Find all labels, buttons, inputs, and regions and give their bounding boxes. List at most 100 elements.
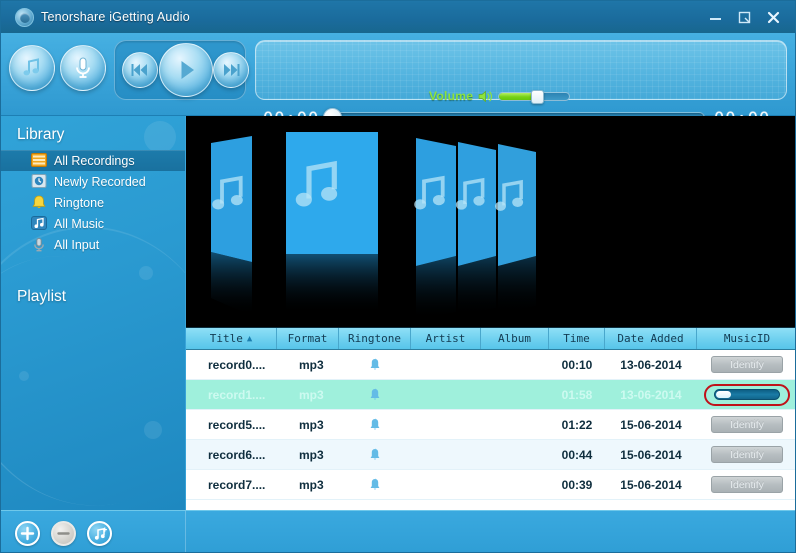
musicid-progress-container xyxy=(704,384,790,406)
library-item-list: All Recordings Newly Recorded xyxy=(1,150,185,255)
table-row[interactable]: record1....mp3 01:5813-06-2014 xyxy=(186,380,796,410)
table-row[interactable]: record6....mp3 00:4415-06-2014 Identify xyxy=(186,440,796,470)
sidebar: Library All Recordings xyxy=(1,116,185,510)
restore-icon[interactable] xyxy=(737,10,752,25)
column-header-time[interactable]: Time xyxy=(549,328,605,349)
bell-icon xyxy=(369,418,381,432)
cell-album xyxy=(481,380,549,409)
cell-album xyxy=(481,410,549,439)
annotation-highlight-ring xyxy=(704,384,790,406)
column-header-ringtone[interactable]: Ringtone xyxy=(339,328,411,349)
sort-ascending-icon: ▲ xyxy=(247,334,252,344)
microphone-icon xyxy=(31,237,47,252)
cell-artist xyxy=(411,440,481,469)
add-music-button[interactable] xyxy=(87,521,112,546)
close-icon[interactable] xyxy=(766,10,781,25)
cell-format: mp3 xyxy=(277,440,339,469)
next-track-button[interactable] xyxy=(213,52,249,88)
table-row[interactable]: record7....mp300:3915-06-2014Identify xyxy=(186,470,796,500)
cell-ringtone[interactable] xyxy=(339,380,411,409)
play-button[interactable] xyxy=(159,43,213,97)
album-artwork-viewer xyxy=(186,116,796,327)
cell-title: record0.... xyxy=(186,350,277,379)
bell-icon xyxy=(369,448,381,462)
column-header-label: Date Added xyxy=(617,332,683,345)
app-logo-icon xyxy=(15,8,34,27)
previous-track-button[interactable] xyxy=(122,52,158,88)
cell-format: mp3 xyxy=(277,410,339,439)
cell-time: 00:39 xyxy=(549,470,605,499)
cell-format: mp3 xyxy=(277,380,339,409)
cell-date-added: 13-06-2014 xyxy=(605,380,697,409)
remove-button[interactable] xyxy=(51,521,76,546)
sidebar-item-label: All Input xyxy=(54,238,99,252)
cell-musicid: Identify xyxy=(697,440,796,469)
identify-button[interactable]: Identify xyxy=(711,476,783,493)
sidebar-item-ringtone[interactable]: Ringtone xyxy=(1,192,185,213)
cell-title: record7.... xyxy=(186,470,277,499)
window-controls xyxy=(708,10,791,25)
record-button[interactable] xyxy=(60,45,106,91)
cell-date-added: 15-06-2014 xyxy=(605,440,697,469)
cell-ringtone[interactable] xyxy=(339,350,411,379)
cell-time: 00:44 xyxy=(549,440,605,469)
column-header-title[interactable]: Title▲ xyxy=(186,328,277,349)
volume-control: Volume xyxy=(429,89,570,103)
column-header-label: Format xyxy=(288,332,328,345)
sidebar-item-label: Newly Recorded xyxy=(54,175,146,189)
title-bar: Tenorshare iGetting Audio xyxy=(1,1,796,33)
toolbar-divider xyxy=(185,511,186,553)
bell-icon xyxy=(31,195,47,210)
cell-date-added: 15-06-2014 xyxy=(605,410,697,439)
table-row[interactable]: record5....mp3 01:2215-06-2014 Identify xyxy=(186,410,796,440)
cell-artist xyxy=(411,410,481,439)
cell-time: 01:22 xyxy=(549,410,605,439)
column-header-format[interactable]: Format xyxy=(277,328,339,349)
cell-title: record6.... xyxy=(186,440,277,469)
table-row[interactable]: record0....mp300:1013-06-2014Identify xyxy=(186,350,796,380)
cell-title: record1.... xyxy=(186,380,277,409)
cell-ringtone[interactable] xyxy=(339,470,411,499)
column-header-label: Time xyxy=(563,332,590,345)
column-header-label: Album xyxy=(498,332,531,345)
cell-ringtone[interactable] xyxy=(339,410,411,439)
previous-icon xyxy=(130,62,150,78)
volume-knob[interactable] xyxy=(531,90,544,104)
column-header-date-added[interactable]: Date Added xyxy=(605,328,697,349)
column-header-album[interactable]: Album xyxy=(481,328,549,349)
sidebar-item-label: Ringtone xyxy=(54,196,104,210)
player-toolbar: 00:00 Volume 00:00 xyxy=(1,33,796,116)
sidebar-item-all-music[interactable]: All Music xyxy=(1,213,185,234)
cell-title: record5.... xyxy=(186,410,277,439)
cell-musicid: Identify xyxy=(697,470,796,499)
column-header-label: MusicID xyxy=(724,332,770,345)
playlist-heading: Playlist xyxy=(17,288,66,306)
cell-album xyxy=(481,440,549,469)
recordings-table: Title▲ Format RingtoneArtist Album Time Date … xyxy=(186,327,796,510)
volume-slider[interactable] xyxy=(498,92,570,101)
next-icon xyxy=(221,62,241,78)
identify-button[interactable]: Identify xyxy=(711,446,783,463)
sidebar-item-label: All Music xyxy=(54,217,104,231)
cell-date-added: 15-06-2014 xyxy=(605,470,697,499)
table-body: record0....mp300:1013-06-2014Identifyrec… xyxy=(186,350,796,500)
cell-musicid xyxy=(697,380,796,409)
music-library-button[interactable] xyxy=(9,45,55,91)
cell-artist xyxy=(411,380,481,409)
identify-button[interactable]: Identify xyxy=(711,416,783,433)
window-title: Tenorshare iGetting Audio xyxy=(41,10,190,24)
sidebar-item-newly-recorded[interactable]: Newly Recorded xyxy=(1,171,185,192)
sidebar-item-all-recordings[interactable]: All Recordings xyxy=(1,150,185,171)
minus-icon xyxy=(56,526,71,541)
minimize-icon[interactable] xyxy=(708,10,723,25)
cell-time: 01:58 xyxy=(549,380,605,409)
volume-fill xyxy=(499,93,535,100)
cell-time: 00:10 xyxy=(549,350,605,379)
column-header-musicid[interactable]: MusicID xyxy=(697,328,796,349)
column-header-artist[interactable]: Artist xyxy=(411,328,481,349)
sidebar-item-all-input[interactable]: All Input xyxy=(1,234,185,255)
add-button[interactable] xyxy=(15,521,40,546)
cell-album xyxy=(481,350,549,379)
identify-button[interactable]: Identify xyxy=(711,356,783,373)
cell-ringtone[interactable] xyxy=(339,440,411,469)
